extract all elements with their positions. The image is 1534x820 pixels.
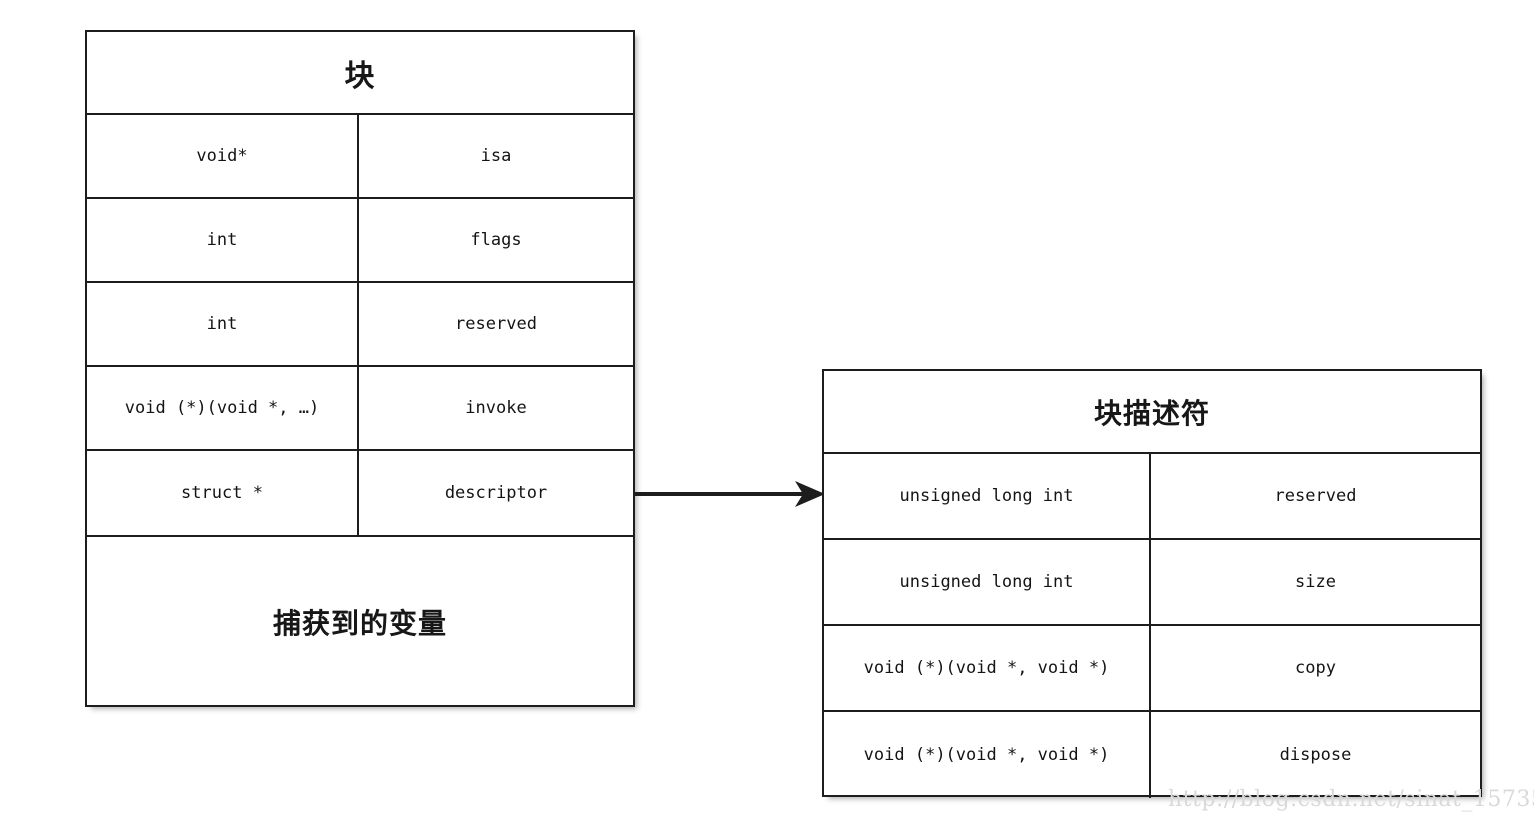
table-row: unsigned long int reserved: [824, 454, 1480, 540]
block-table-header: 块: [87, 32, 633, 115]
block-descriptor-table: 块描述符 unsigned long int reserved unsigned…: [822, 369, 1482, 798]
field-type: void (*)(void *, void *): [824, 712, 1151, 798]
field-name: descriptor: [444, 483, 548, 503]
field-type: void*: [87, 115, 359, 197]
table-row: int reserved: [87, 283, 633, 367]
field-name: size: [1295, 572, 1336, 592]
source-watermark: http://blog.csdn.net/sinat_15735647: [1168, 787, 1534, 812]
field-type: void (*)(void *, …): [87, 367, 359, 449]
field-name: reserved: [455, 314, 537, 334]
captured-variables-section: 捕获到的变量: [87, 535, 633, 707]
descriptor-table-header: 块描述符: [824, 371, 1480, 454]
field-name: copy: [1295, 658, 1336, 678]
table-row: void (*)(void *, void *) dispose: [824, 712, 1480, 798]
field-type: int: [87, 283, 359, 365]
field-name: dispose: [1279, 745, 1352, 765]
field-type: void (*)(void *, void *): [824, 626, 1151, 710]
diagram-canvas: 块 void* isa int flags int reserved void …: [0, 0, 1534, 820]
field-type: struct *: [87, 451, 359, 535]
field-type: int: [87, 199, 359, 281]
table-row: struct * descriptor: [87, 451, 633, 535]
field-name: invoke: [465, 398, 527, 418]
field-name: flags: [470, 230, 522, 250]
block-struct-table: 块 void* isa int flags int reserved void …: [85, 30, 635, 707]
table-row: void (*)(void *, void *) copy: [824, 626, 1480, 712]
field-type: unsigned long int: [824, 540, 1151, 624]
descriptor-connector-arrow: [633, 481, 825, 507]
field-name: isa: [480, 146, 512, 166]
table-row: void* isa: [87, 115, 633, 199]
field-name: reserved: [1274, 486, 1357, 506]
table-row: unsigned long int size: [824, 540, 1480, 626]
table-row: void (*)(void *, …) invoke: [87, 367, 633, 451]
field-type: unsigned long int: [824, 454, 1151, 538]
table-row: int flags: [87, 199, 633, 283]
